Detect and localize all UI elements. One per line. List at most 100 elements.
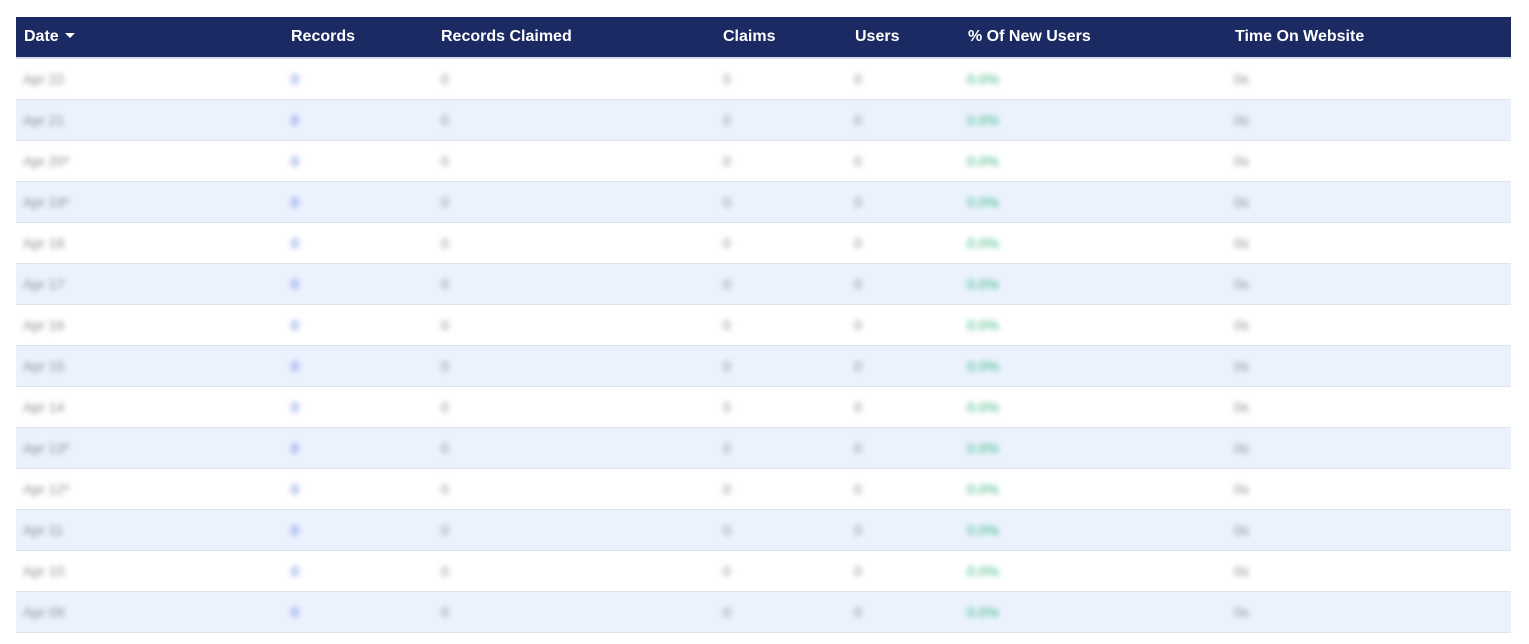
- table-row: Apr 15 0 0 0 0 0.0% 0s: [16, 346, 1511, 387]
- cell-records[interactable]: 0: [291, 428, 299, 468]
- cell-claims: 0: [723, 563, 731, 579]
- cell-records-claimed: 0: [441, 317, 449, 333]
- cell-time-on-website: 0s: [1234, 481, 1249, 497]
- cell-claims: 0: [723, 522, 731, 538]
- cell-records[interactable]: 0: [291, 551, 299, 591]
- table-row: Apr 19* 0 0 0 0 0.0% 0s: [16, 182, 1511, 223]
- cell-date: Apr 11: [23, 522, 64, 538]
- cell-date: Apr 16: [23, 317, 65, 333]
- cell-date: Apr 21: [23, 112, 65, 128]
- cell-pct-new-users: 0.0%: [967, 153, 999, 169]
- cell-records-claimed: 0: [441, 604, 449, 620]
- cell-records[interactable]: 0: [291, 387, 299, 427]
- cell-claims: 0: [723, 604, 731, 620]
- table-row: Apr 14 0 0 0 0 0.0% 0s: [16, 387, 1511, 428]
- caret-down-icon: [64, 33, 75, 39]
- cell-pct-new-users: 0.0%: [967, 563, 999, 579]
- cell-pct-new-users: 0.0%: [967, 71, 999, 87]
- cell-records[interactable]: 0: [291, 59, 299, 99]
- cell-date: Apr 14: [23, 399, 65, 415]
- column-header-time-on-website[interactable]: Time On Website: [1235, 17, 1364, 57]
- cell-pct-new-users: 0.0%: [967, 440, 999, 456]
- cell-users: 0: [854, 358, 862, 374]
- cell-pct-new-users: 0.0%: [967, 604, 999, 620]
- column-header-claims[interactable]: Claims: [723, 17, 775, 57]
- column-header-records-claimed[interactable]: Records Claimed: [441, 17, 572, 57]
- table-row: Apr 18 0 0 0 0 0.0% 0s: [16, 223, 1511, 264]
- cell-users: 0: [854, 194, 862, 210]
- cell-date: Apr 20*: [23, 153, 70, 169]
- cell-pct-new-users: 0.0%: [967, 317, 999, 333]
- table-row: Apr 09 0 0 0 0 0.0% 0s: [16, 592, 1511, 633]
- cell-pct-new-users: 0.0%: [967, 399, 999, 415]
- cell-records-claimed: 0: [441, 153, 449, 169]
- cell-records-claimed: 0: [441, 276, 449, 292]
- cell-pct-new-users: 0.0%: [967, 276, 999, 292]
- cell-users: 0: [854, 71, 862, 87]
- cell-claims: 0: [723, 235, 731, 251]
- cell-records-claimed: 0: [441, 358, 449, 374]
- cell-records[interactable]: 0: [291, 346, 299, 386]
- cell-records[interactable]: 0: [291, 182, 299, 222]
- cell-pct-new-users: 0.0%: [967, 481, 999, 497]
- cell-time-on-website: 0s: [1234, 563, 1249, 579]
- cell-claims: 0: [723, 440, 731, 456]
- table-row: Apr 16 0 0 0 0 0.0% 0s: [16, 305, 1511, 346]
- cell-time-on-website: 0s: [1234, 194, 1249, 210]
- table-row: Apr 10 0 0 0 0 0.0% 0s: [16, 551, 1511, 592]
- cell-time-on-website: 0s: [1234, 153, 1249, 169]
- cell-time-on-website: 0s: [1234, 71, 1249, 87]
- cell-claims: 0: [723, 358, 731, 374]
- cell-records[interactable]: 0: [291, 592, 299, 632]
- cell-users: 0: [854, 604, 862, 620]
- cell-users: 0: [854, 481, 862, 497]
- cell-date: Apr 10: [23, 563, 65, 579]
- cell-claims: 0: [723, 317, 731, 333]
- cell-users: 0: [854, 153, 862, 169]
- cell-users: 0: [854, 522, 862, 538]
- cell-claims: 0: [723, 481, 731, 497]
- cell-records-claimed: 0: [441, 563, 449, 579]
- cell-time-on-website: 0s: [1234, 604, 1249, 620]
- cell-time-on-website: 0s: [1234, 276, 1249, 292]
- cell-date: Apr 17: [23, 276, 65, 292]
- cell-date: Apr 13*: [23, 440, 70, 456]
- cell-records-claimed: 0: [441, 71, 449, 87]
- cell-records[interactable]: 0: [291, 510, 299, 550]
- cell-records[interactable]: 0: [291, 223, 299, 263]
- cell-pct-new-users: 0.0%: [967, 112, 999, 128]
- cell-users: 0: [854, 399, 862, 415]
- column-header-date[interactable]: Date: [24, 17, 75, 57]
- cell-time-on-website: 0s: [1234, 112, 1249, 128]
- table-row: Apr 20* 0 0 0 0 0.0% 0s: [16, 141, 1511, 182]
- cell-time-on-website: 0s: [1234, 317, 1249, 333]
- cell-users: 0: [854, 276, 862, 292]
- cell-claims: 0: [723, 112, 731, 128]
- cell-records-claimed: 0: [441, 399, 449, 415]
- table-row: Apr 11 0 0 0 0 0.0% 0s: [16, 510, 1511, 551]
- column-header-users[interactable]: Users: [855, 17, 899, 57]
- cell-pct-new-users: 0.0%: [967, 358, 999, 374]
- cell-records[interactable]: 0: [291, 305, 299, 345]
- cell-date: Apr 22: [23, 71, 65, 87]
- column-header-records[interactable]: Records: [291, 17, 355, 57]
- cell-date: Apr 19*: [23, 194, 70, 210]
- cell-pct-new-users: 0.0%: [967, 522, 999, 538]
- column-header-label: Date: [24, 28, 59, 45]
- table-row: Apr 17 0 0 0 0 0.0% 0s: [16, 264, 1511, 305]
- cell-time-on-website: 0s: [1234, 440, 1249, 456]
- table-header: Date Records Records Claimed Claims User…: [16, 17, 1511, 59]
- table-row: Apr 12* 0 0 0 0 0.0% 0s: [16, 469, 1511, 510]
- cell-records-claimed: 0: [441, 112, 449, 128]
- cell-records[interactable]: 0: [291, 100, 299, 140]
- cell-records[interactable]: 0: [291, 264, 299, 304]
- cell-users: 0: [854, 112, 862, 128]
- cell-time-on-website: 0s: [1234, 358, 1249, 374]
- column-header-pct-new-users[interactable]: % Of New Users: [968, 17, 1091, 57]
- cell-users: 0: [854, 235, 862, 251]
- cell-records[interactable]: 0: [291, 469, 299, 509]
- cell-pct-new-users: 0.0%: [967, 235, 999, 251]
- cell-records[interactable]: 0: [291, 141, 299, 181]
- table-row: Apr 13* 0 0 0 0 0.0% 0s: [16, 428, 1511, 469]
- cell-records-claimed: 0: [441, 194, 449, 210]
